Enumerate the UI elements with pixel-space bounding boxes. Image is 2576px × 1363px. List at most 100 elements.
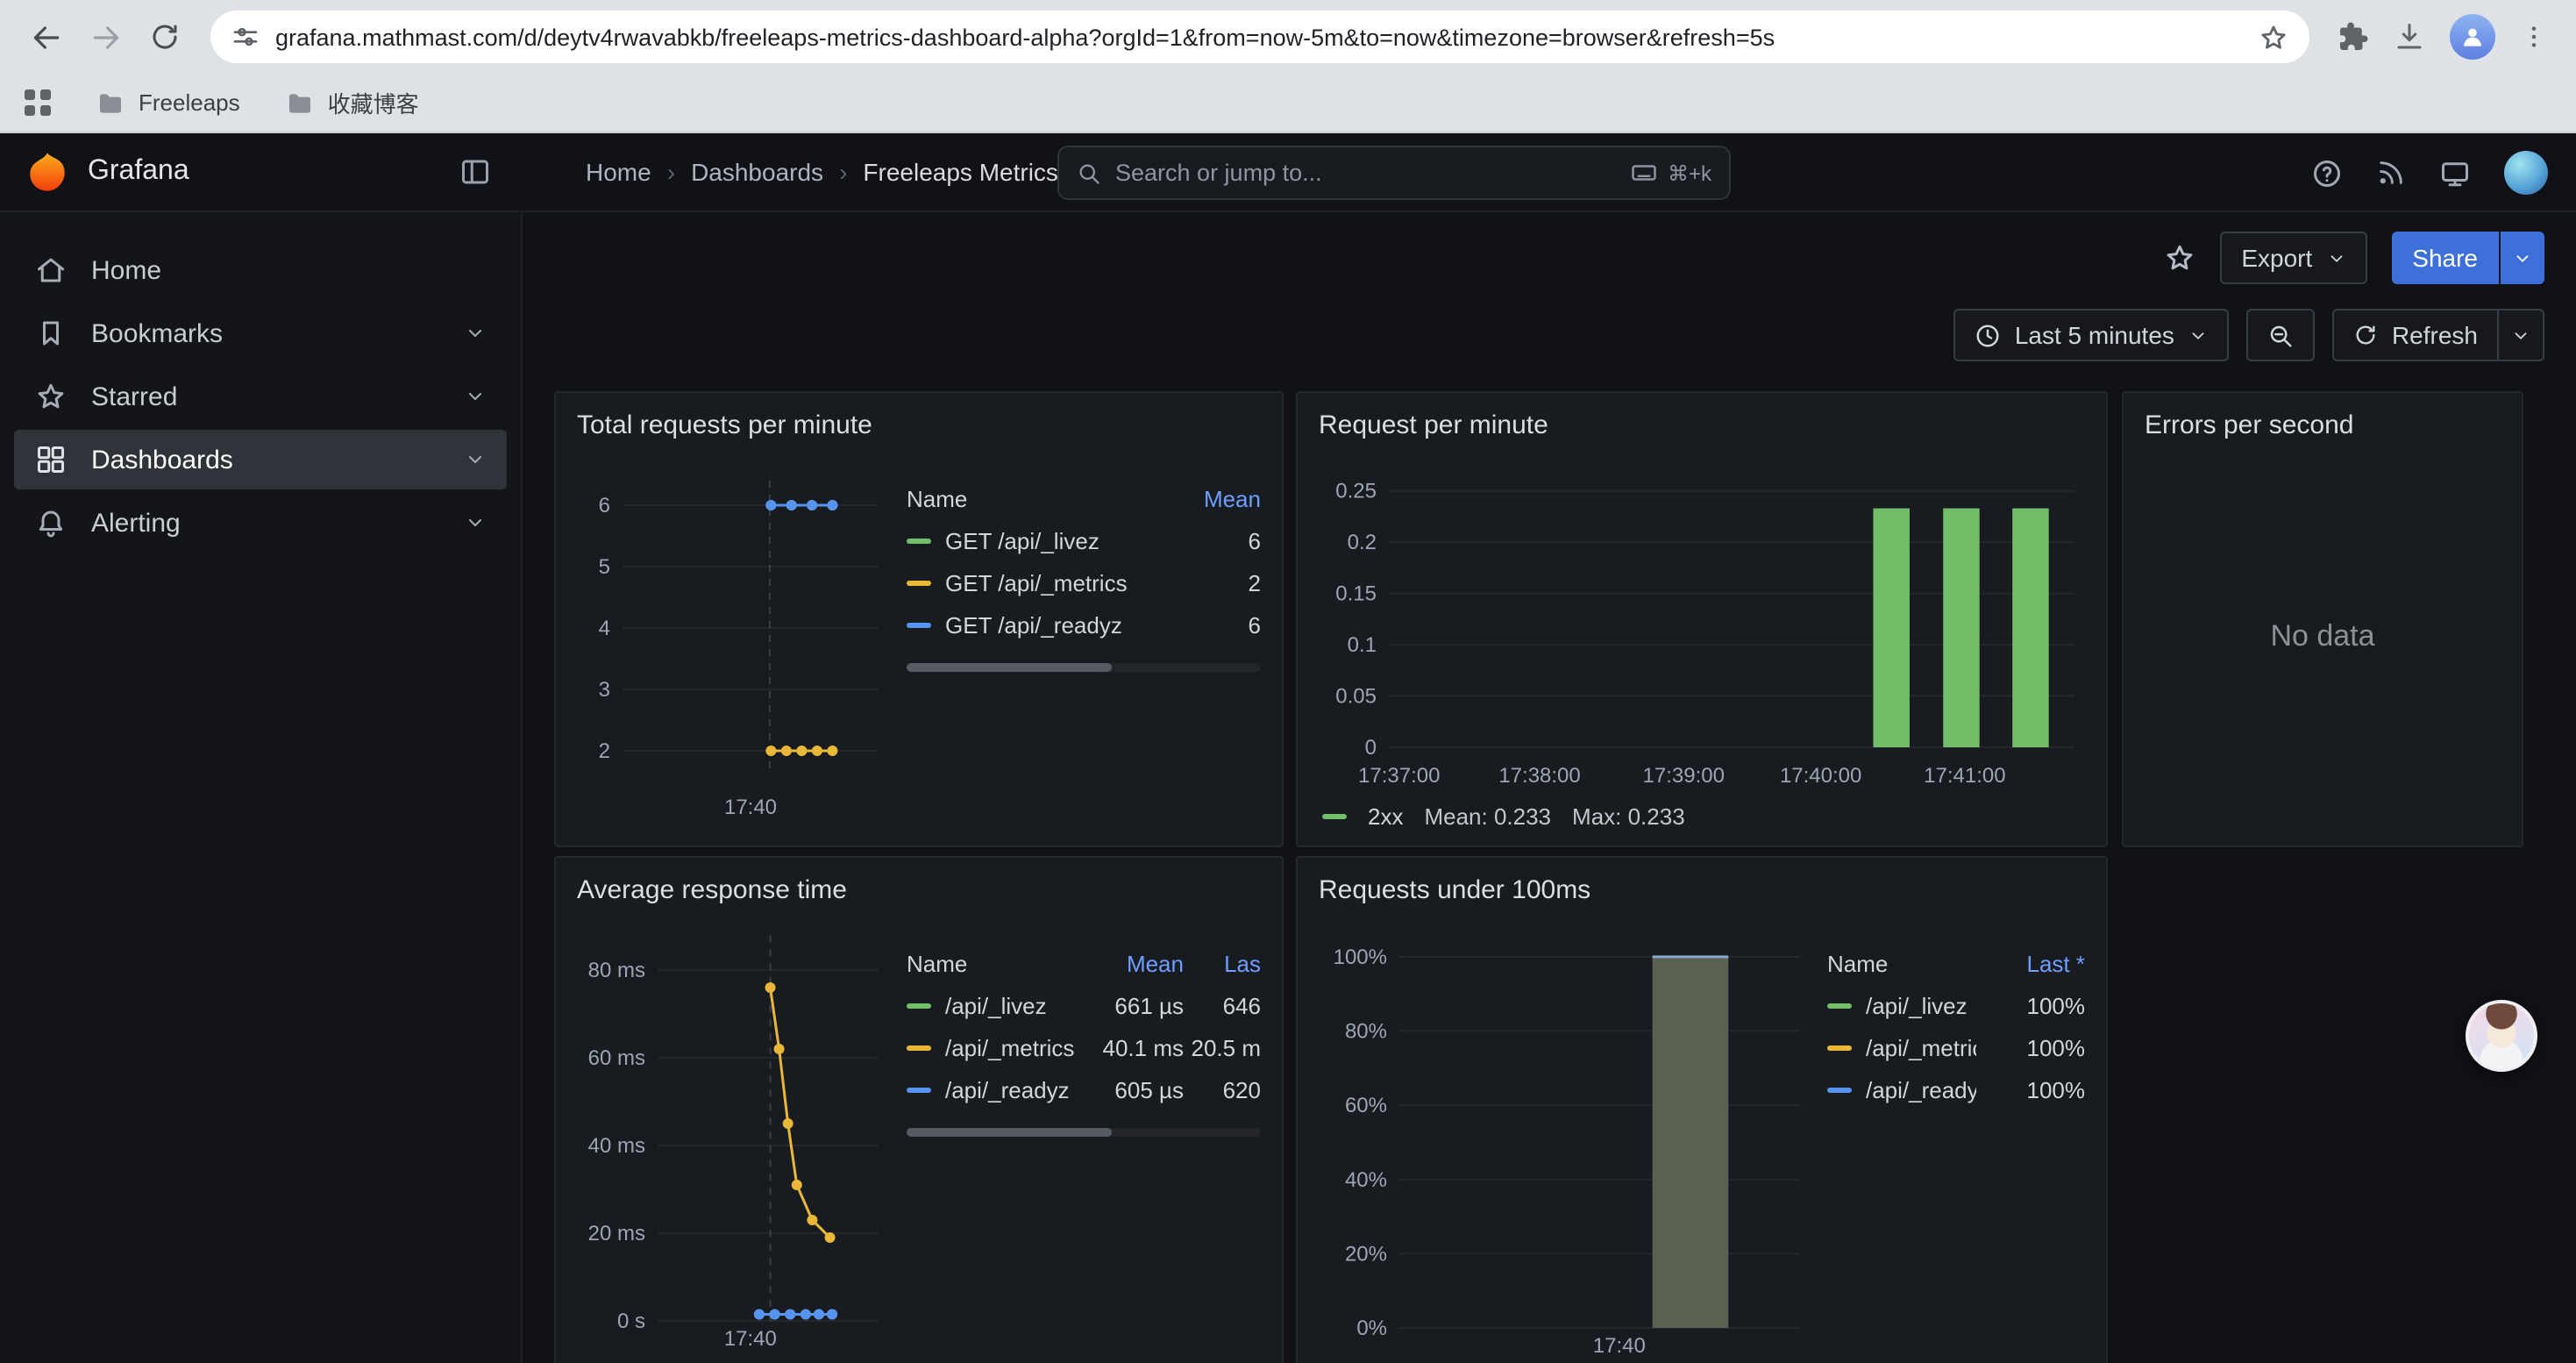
zoom-out-icon [2267, 322, 2294, 348]
time-range-picker[interactable]: Last 5 minutes [1953, 309, 2229, 361]
menu-icon[interactable] [2520, 23, 2548, 51]
chevron-down-icon[interactable] [465, 449, 486, 470]
svg-text:100%: 100% [1334, 946, 1387, 969]
share-dropdown-icon[interactable] [2499, 232, 2544, 284]
bookmark-star-icon[interactable] [2259, 22, 2288, 52]
sidebar-item-label: Starred [91, 382, 177, 411]
requests-under-100ms-chart[interactable]: 100%80%60%40%20%0%17:40 [1319, 917, 1810, 1363]
search-input[interactable]: Search or jump to... ⌘+k [1057, 146, 1731, 200]
dashboard-actions: Export Share [2164, 232, 2544, 284]
table-row[interactable]: /api/_readyz 100% [1827, 1068, 2085, 1110]
export-button[interactable]: Export [2220, 232, 2366, 284]
legend-series-label[interactable]: 2xx [1368, 803, 1403, 830]
floating-assistant-avatar[interactable] [2466, 1000, 2537, 1072]
panel-requests-under-100ms: Requests under 100ms 100%80%60%40%20%0%1… [1296, 856, 2108, 1363]
user-avatar[interactable] [2504, 151, 2548, 195]
request-per-minute-chart[interactable]: 0.250.20.150.10.05017:37:0017:38:0017:39… [1319, 453, 2085, 796]
breadcrumb-dashboards[interactable]: Dashboards [691, 158, 823, 186]
url-bar[interactable]: grafana.mathmast.com/d/deytv4rwavabkb/fr… [210, 11, 2309, 63]
export-label: Export [2241, 244, 2312, 272]
svg-text:2: 2 [599, 739, 610, 763]
panel-title[interactable]: Average response time [577, 872, 1261, 910]
url-text: grafana.mathmast.com/d/deytv4rwavabkb/fr… [275, 24, 2243, 50]
sidebar: Home Bookmarks Starred Dashboards [0, 212, 523, 1363]
zoom-out-button[interactable] [2246, 309, 2315, 361]
home-icon [35, 254, 67, 286]
bookmark-folder-blogs[interactable]: 收藏博客 [286, 86, 419, 119]
forward-icon[interactable] [77, 9, 133, 65]
extensions-icon[interactable] [2338, 21, 2369, 53]
browser-profile-avatar[interactable] [2450, 14, 2495, 60]
sidebar-item-bookmarks[interactable]: Bookmarks [14, 303, 507, 363]
column-header-mean[interactable]: Mean [1075, 950, 1184, 976]
column-header-mean[interactable]: Mean [1173, 485, 1261, 511]
refresh-interval-dropdown[interactable] [2497, 310, 2543, 360]
legend[interactable]: 2xx Mean: 0.233 Max: 0.233 [1319, 803, 2085, 830]
panel-title[interactable]: Requests under 100ms [1319, 872, 2085, 910]
total-requests-chart[interactable]: 6543217:40 [577, 453, 889, 828]
share-button[interactable]: Share [2391, 232, 2544, 284]
grafana-logo[interactable] [25, 149, 70, 195]
site-settings-icon[interactable] [231, 23, 260, 51]
svg-text:17:38:00: 17:38:00 [1498, 764, 1580, 788]
table-row[interactable]: GET /api/_livez 6 [907, 519, 1261, 561]
header-icons [2311, 133, 2548, 212]
svg-text:80 ms: 80 ms [588, 959, 645, 982]
svg-text:40 ms: 40 ms [588, 1134, 645, 1158]
bell-icon [35, 507, 67, 539]
breadcrumb-home[interactable]: Home [586, 158, 651, 186]
breadcrumb-separator: › [839, 158, 847, 186]
panel-title[interactable]: Errors per second [2145, 407, 2501, 446]
sidebar-item-label: Alerting [91, 508, 181, 538]
refresh-button[interactable]: Refresh [2332, 309, 2544, 361]
share-label: Share [2391, 232, 2499, 284]
sidebar-item-label: Home [91, 255, 161, 285]
column-header-last[interactable]: Last * [1976, 950, 2085, 976]
table-row[interactable]: /api/_livez 100% [1827, 984, 2085, 1026]
column-header-name[interactable]: Name [1827, 950, 1976, 976]
browser-actions [2327, 14, 2558, 60]
svg-text:0.15: 0.15 [1335, 582, 1377, 606]
chevron-down-icon[interactable] [465, 386, 486, 407]
monitor-icon[interactable] [2439, 157, 2471, 189]
column-header-name[interactable]: Name [907, 485, 1173, 511]
sidebar-item-dashboards[interactable]: Dashboards [14, 430, 507, 489]
table-row[interactable]: /api/_readyz 605 µs 620 [907, 1068, 1261, 1110]
downloads-icon[interactable] [2394, 21, 2425, 53]
table-row[interactable]: /api/_metrics 100% [1827, 1026, 2085, 1068]
chevron-down-icon[interactable] [465, 323, 486, 344]
news-rss-icon[interactable] [2376, 158, 2406, 188]
panel-errors-per-second: Errors per second No data [2122, 391, 2523, 847]
panel-title[interactable]: Request per minute [1319, 407, 2085, 446]
time-controls: Last 5 minutes Refresh [1953, 309, 2544, 361]
svg-text:17:37:00: 17:37:00 [1358, 764, 1440, 788]
column-header-last[interactable]: Las [1184, 950, 1261, 976]
help-icon[interactable] [2311, 157, 2343, 189]
horizontal-scrollbar[interactable] [907, 663, 1261, 672]
average-response-chart[interactable]: 80 ms60 ms40 ms20 ms0 s17:40 [577, 917, 889, 1359]
collapse-sidebar-icon[interactable] [459, 156, 491, 188]
svg-text:60%: 60% [1345, 1094, 1387, 1117]
chevron-down-icon[interactable] [465, 512, 486, 533]
dashboard-canvas: Export Share Last 5 minutes [523, 212, 2576, 1363]
sidebar-item-starred[interactable]: Starred [14, 367, 507, 426]
svg-text:5: 5 [599, 555, 610, 579]
svg-text:17:40:00: 17:40:00 [1780, 764, 1861, 788]
reload-icon[interactable] [137, 9, 193, 65]
favorite-star-icon[interactable] [2164, 242, 2195, 274]
table-row[interactable]: GET /api/_metrics 2 [907, 561, 1261, 603]
panel-title[interactable]: Total requests per minute [577, 407, 1261, 446]
sidebar-item-alerting[interactable]: Alerting [14, 493, 507, 553]
sidebar-item-home[interactable]: Home [14, 240, 507, 300]
svg-text:17:40: 17:40 [724, 1327, 777, 1351]
column-header-name[interactable]: Name [907, 950, 1075, 976]
svg-text:0 s: 0 s [617, 1309, 645, 1333]
bookmark-folder-freeleaps[interactable]: Freeleaps [96, 89, 240, 117]
series-color-dash [907, 1087, 931, 1092]
apps-grid-icon[interactable] [25, 89, 51, 116]
table-row[interactable]: /api/_livez 661 µs 646 [907, 984, 1261, 1026]
table-row[interactable]: GET /api/_readyz 6 [907, 603, 1261, 646]
back-icon[interactable] [18, 9, 74, 65]
table-row[interactable]: /api/_metrics 40.1 ms 20.5 m [907, 1026, 1261, 1068]
horizontal-scrollbar[interactable] [907, 1128, 1261, 1137]
